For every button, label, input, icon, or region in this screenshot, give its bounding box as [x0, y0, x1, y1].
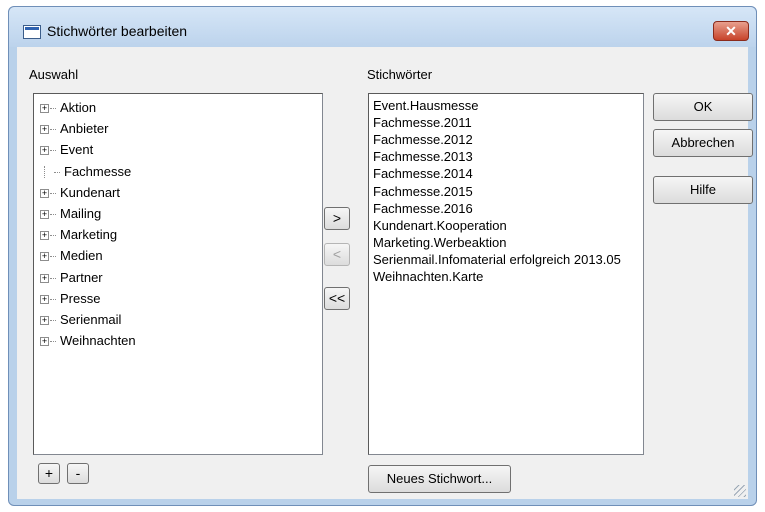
list-item[interactable]: Fachmesse.2014 [373, 165, 473, 182]
window-title: Stichwörter bearbeiten [47, 23, 188, 39]
help-button[interactable]: Hilfe [653, 176, 753, 204]
tree-item[interactable]: + Mailing [40, 203, 101, 224]
expand-icon[interactable]: + [40, 104, 49, 114]
title-bar[interactable]: Stichwörter bearbeiten ✕ [9, 7, 756, 47]
expand-icon[interactable]: + [40, 316, 49, 326]
list-item[interactable]: Marketing.Werbeaktion [373, 234, 506, 251]
list-item[interactable]: Event.Hausmesse [373, 97, 479, 114]
tree-item[interactable]: + Marketing [40, 224, 117, 245]
tree-item-label: Event [60, 142, 94, 158]
expand-icon[interactable]: + [40, 273, 49, 283]
close-button[interactable]: ✕ [713, 21, 749, 41]
tree-item-label: Serienmail [60, 312, 122, 327]
expand-icon[interactable]: + [40, 146, 49, 156]
tree-item-label: Presse [60, 290, 101, 306]
remove-all-keywords-button[interactable]: << [324, 287, 350, 310]
auswahl-tree[interactable]: + Aktion + Anbieter + Event Fachmesse + Kundenar… [33, 93, 323, 455]
cancel-button[interactable]: Abbrechen [653, 129, 753, 157]
tree-item[interactable]: + Event [40, 139, 93, 160]
tree-connector-icon [50, 341, 56, 343]
list-item[interactable]: Fachmesse.2012 [373, 131, 473, 148]
expand-icon[interactable]: + [40, 231, 49, 241]
tree-item-label: Partner [60, 269, 103, 285]
expand-icon[interactable]: + [40, 125, 49, 135]
tree-item[interactable]: + Partner [40, 267, 103, 288]
tree-connector-icon [50, 277, 56, 279]
expand-icon[interactable]: + [40, 294, 49, 304]
tree-connector-icon [54, 171, 60, 173]
tree-line-icon [44, 166, 53, 179]
tree-connector-icon [50, 129, 56, 131]
tree-item[interactable]: Fachmesse [40, 161, 131, 182]
list-item[interactable]: Kundenart.Kooperation [373, 217, 507, 234]
tree-connector-icon [50, 214, 56, 216]
expand-icon[interactable]: + [40, 337, 49, 347]
expand-icon[interactable]: + [40, 188, 49, 198]
tree-connector-icon [50, 150, 56, 152]
tree-item-label: Fachmesse [64, 163, 132, 179]
tree-item-label: Kundenart [60, 184, 120, 200]
list-item[interactable]: Serienmail.Infomaterial erfolgreich 2013… [373, 251, 621, 268]
tree-item-label: Anbieter [60, 121, 109, 137]
tree-item[interactable]: + Serienmail [40, 309, 121, 330]
tree-connector-icon [50, 320, 56, 322]
tree-item-label: Weihnachten [60, 333, 136, 349]
ok-button[interactable]: OK [653, 93, 753, 121]
dialog-window: Stichwörter bearbeiten ✕ Auswahl + Aktion… [8, 6, 757, 506]
tree-connector-icon [50, 298, 56, 300]
tree-item-label: Aktion [60, 100, 97, 115]
tree-item[interactable]: + Medien [40, 245, 103, 266]
add-category-button[interactable]: + [38, 463, 60, 484]
auswahl-label: Auswahl [29, 67, 79, 82]
tree-connector-icon [50, 192, 56, 194]
tree-item[interactable]: + Kundenart [40, 182, 120, 203]
list-item[interactable]: Fachmesse.2015 [373, 183, 473, 200]
stichwoerter-label: Stichwörter [367, 67, 433, 82]
tree-connector-icon [50, 256, 56, 258]
tree-item[interactable]: + Aktion [40, 97, 96, 118]
resize-grip[interactable] [734, 485, 746, 497]
list-item[interactable]: Fachmesse.2016 [373, 200, 473, 217]
tree-item[interactable]: + Anbieter [40, 118, 108, 139]
tree-connector-icon [50, 235, 56, 237]
tree-item[interactable]: + Weihnachten [40, 330, 136, 351]
stichwoerter-list[interactable]: Event.Hausmesse Fachmesse.2011 Fachmesse.2… [368, 93, 644, 455]
tree-item-label: Marketing [60, 227, 118, 243]
list-item[interactable]: Weihnachten.Karte [373, 268, 483, 285]
add-keyword-button[interactable]: > [324, 207, 350, 230]
list-item[interactable]: Fachmesse.2013 [373, 148, 473, 165]
tree-item-label: Mailing [60, 206, 102, 221]
new-keyword-button[interactable]: Neues Stichwort... [368, 465, 511, 493]
remove-category-button[interactable]: - [67, 463, 89, 484]
tree-item[interactable]: + Presse [40, 288, 100, 309]
list-item[interactable]: Fachmesse.2011 [373, 114, 472, 131]
remove-keyword-button[interactable]: < [324, 243, 350, 266]
dialog-client: Auswahl + Aktion + Anbieter + Event Fachmesse +… [17, 47, 753, 499]
expand-icon[interactable]: + [40, 252, 49, 262]
tree-connector-icon [50, 108, 56, 110]
tree-item-label: Medien [60, 248, 103, 264]
window-icon [23, 25, 41, 39]
expand-icon[interactable]: + [40, 210, 49, 220]
